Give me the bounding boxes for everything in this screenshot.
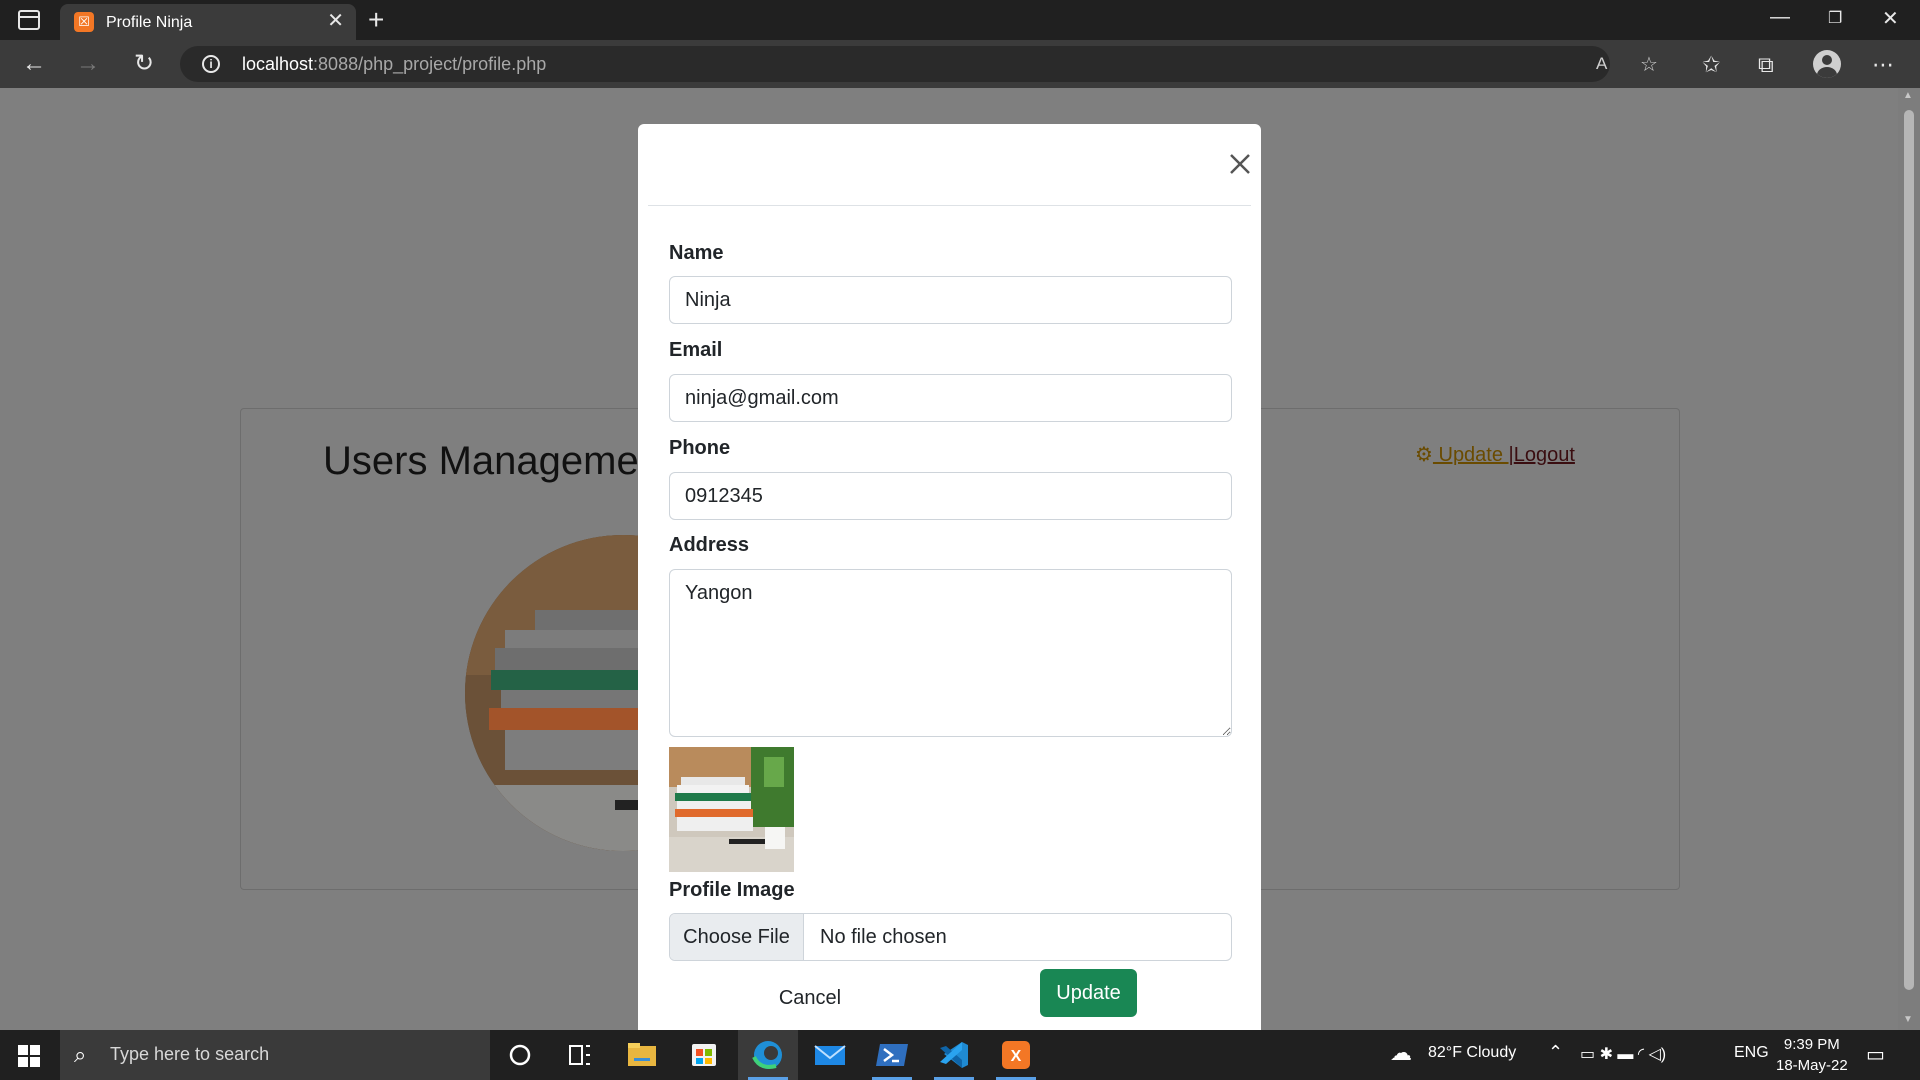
address-bar: ← → ↻ i localhost:8088/php_project/profi… (0, 40, 1920, 88)
close-icon[interactable] (1224, 148, 1256, 180)
choose-file-button[interactable]: Choose File (670, 914, 804, 960)
cortana-icon[interactable] (490, 1030, 550, 1080)
plus-icon[interactable]: + (368, 4, 384, 36)
name-label: Name (669, 242, 724, 264)
page-scrollbar[interactable]: ▲ ▼ (1898, 88, 1920, 1030)
cancel-button[interactable]: Cancel (758, 978, 862, 1018)
task-view-icon[interactable] (550, 1030, 610, 1080)
email-input[interactable] (669, 374, 1232, 422)
update-button[interactable]: Update (1040, 969, 1137, 1017)
logout-link[interactable]: Logout (1514, 444, 1575, 466)
profile-image-preview (669, 747, 794, 872)
gear-icon: ⚙ (1415, 444, 1433, 466)
update-profile-modal: Name Email Phone Address Yangon Profile … (638, 124, 1261, 1030)
address-textarea[interactable]: Yangon (669, 569, 1232, 737)
window-close-icon[interactable]: ✕ (1882, 6, 1899, 31)
browser-tab[interactable]: ☒ Profile Ninja ✕ (60, 4, 356, 40)
close-icon[interactable]: ✕ (327, 11, 344, 31)
url-bar[interactable]: i localhost:8088/php_project/profile.php… (180, 46, 1658, 82)
vscode-icon[interactable] (924, 1030, 984, 1080)
search-icon: ⌕ (74, 1042, 87, 1067)
scroll-thumb[interactable] (1904, 110, 1914, 990)
url-text: localhost:8088/php_project/profile.php (242, 54, 547, 74)
tab-title: Profile Ninja (106, 14, 193, 31)
store-icon[interactable] (674, 1030, 734, 1080)
restore-icon[interactable]: ❐ (1828, 8, 1842, 28)
browser-tab-bar: ☒ Profile Ninja ✕ + — ❐ ✕ (0, 0, 1920, 40)
collections-icon[interactable]: ⧉ (1758, 52, 1774, 78)
info-icon[interactable]: i (202, 55, 220, 73)
mail-icon[interactable] (800, 1030, 860, 1080)
search-placeholder: Type here to search (110, 1044, 270, 1064)
back-icon[interactable]: ← (18, 48, 50, 80)
taskbar-search-box[interactable]: ⌕ Type here to search (60, 1030, 490, 1080)
phone-input[interactable] (669, 472, 1232, 520)
phone-label: Phone (669, 437, 731, 459)
profile-icon[interactable] (1813, 50, 1841, 78)
profile-image-label: Profile Image (669, 879, 795, 901)
chevron-up-icon[interactable]: ⌃ (1548, 1042, 1563, 1063)
card-links: ⚙ Update |Logout (1415, 442, 1575, 467)
windows-start-icon[interactable] (18, 1045, 40, 1067)
xampp-icon[interactable]: X (986, 1030, 1046, 1080)
svg-text:X: X (1011, 1048, 1022, 1065)
system-tray-icons[interactable]: ▭ ✱ ▬ ◜ ◁) (1580, 1044, 1666, 1064)
minimize-icon[interactable]: — (1770, 6, 1790, 29)
file-explorer-icon[interactable] (612, 1030, 672, 1080)
modal-header (648, 124, 1251, 206)
update-link[interactable]: Update (1433, 444, 1509, 466)
page-title: Users Manageme (323, 439, 639, 483)
more-icon[interactable]: ⋯ (1872, 52, 1894, 78)
clock-date: 18-May-22 (1776, 1057, 1848, 1074)
powershell-icon[interactable] (862, 1030, 922, 1080)
forward-icon[interactable]: → (72, 48, 104, 80)
clock[interactable]: 9:39 PM 18-May-22 (1776, 1034, 1848, 1076)
clock-time: 9:39 PM (1783, 1036, 1840, 1053)
language-indicator[interactable]: ENG (1734, 1044, 1769, 1062)
file-status-text: No file chosen (820, 926, 947, 948)
cloud-icon[interactable]: ☁ (1390, 1040, 1412, 1066)
favorites-icon[interactable]: ✩ (1702, 52, 1720, 78)
address-label: Address (669, 534, 750, 556)
edge-icon[interactable] (738, 1030, 798, 1080)
refresh-icon[interactable]: ↻ (128, 48, 160, 80)
email-label: Email (669, 339, 723, 361)
favorite-add-icon[interactable]: ☆ (1640, 52, 1658, 77)
xampp-favicon-icon: ☒ (74, 12, 94, 32)
notification-icon[interactable]: ▭ (1866, 1042, 1885, 1067)
windows-taskbar: ⌕ Type here to search X ☁ 82°F Cloudy ⌃ … (0, 1030, 1920, 1080)
profile-image-file-input[interactable]: Choose File No file chosen (669, 913, 1232, 961)
read-aloud-icon[interactable]: A (1596, 54, 1607, 74)
tab-actions-icon[interactable] (18, 10, 40, 30)
name-input[interactable] (669, 276, 1232, 324)
scroll-up-icon[interactable]: ▲ (1903, 90, 1913, 101)
weather-text[interactable]: 82°F Cloudy (1428, 1044, 1516, 1062)
scroll-down-icon[interactable]: ▼ (1903, 1014, 1913, 1025)
